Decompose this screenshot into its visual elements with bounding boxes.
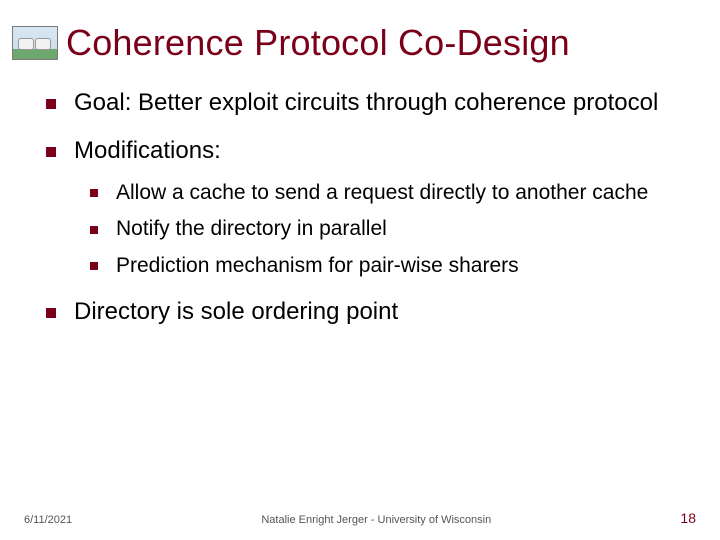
bullet-text: Modifications: xyxy=(74,137,221,164)
footer-date: 6/11/2021 xyxy=(24,514,72,526)
title-row: Coherence Protocol Co-Design xyxy=(0,0,720,70)
sub-bullet-item: Allow a cache to send a request directly… xyxy=(74,180,690,206)
footer-page-number: 18 xyxy=(680,510,696,526)
bullet-list: Goal: Better exploit circuits through co… xyxy=(32,88,690,327)
sub-bullet-list: Allow a cache to send a request directly… xyxy=(74,180,690,279)
slide: Coherence Protocol Co-Design Goal: Bette… xyxy=(0,0,720,540)
sub-bullet-text: Allow a cache to send a request directly… xyxy=(116,181,648,204)
bullet-item: Modifications: Allow a cache to send a r… xyxy=(32,136,690,279)
bullet-text: Directory is sole ordering point xyxy=(74,298,398,325)
bullet-item: Directory is sole ordering point xyxy=(32,297,690,327)
bullet-text: Goal: Better exploit circuits through co… xyxy=(74,89,658,116)
footer-author: Natalie Enright Jerger - University of W… xyxy=(72,514,680,526)
sub-bullet-text: Notify the directory in parallel xyxy=(116,217,387,240)
logo-icon xyxy=(12,26,58,60)
footer: 6/11/2021 Natalie Enright Jerger - Unive… xyxy=(0,510,720,526)
slide-title: Coherence Protocol Co-Design xyxy=(66,22,570,64)
sub-bullet-text: Prediction mechanism for pair-wise share… xyxy=(116,254,519,277)
sub-bullet-item: Notify the directory in parallel xyxy=(74,216,690,242)
slide-body: Goal: Better exploit circuits through co… xyxy=(0,70,720,327)
bullet-item: Goal: Better exploit circuits through co… xyxy=(32,88,690,118)
sub-bullet-item: Prediction mechanism for pair-wise share… xyxy=(74,253,690,279)
